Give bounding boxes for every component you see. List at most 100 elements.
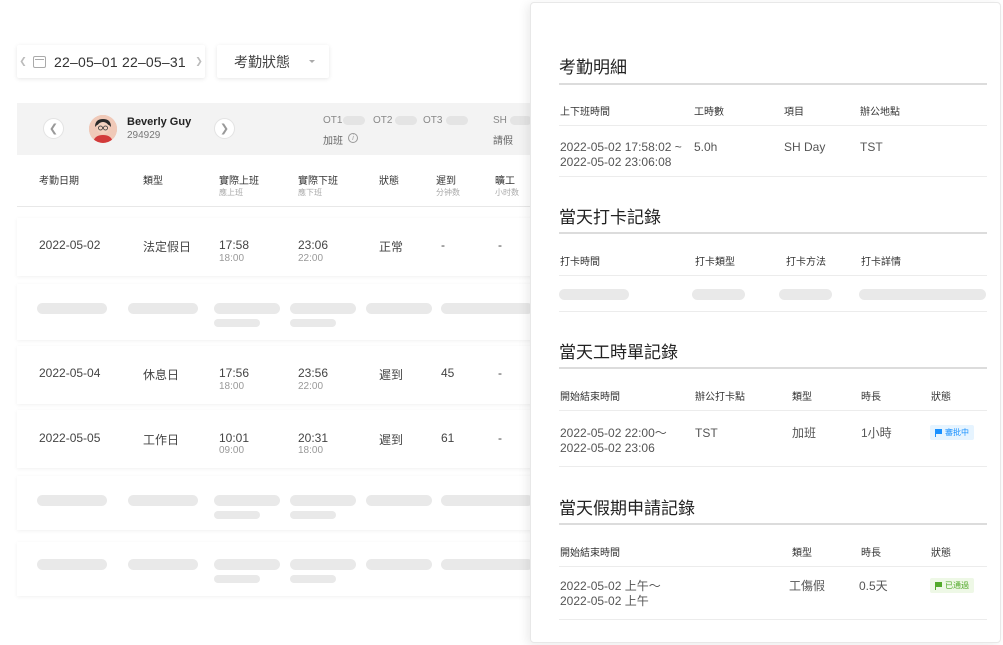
- row-clock-in: 17:56: [219, 366, 250, 380]
- leave-duration: 0.5天: [859, 579, 888, 593]
- col-header-late-sub: 分钟数: [436, 188, 460, 197]
- col-header: 開始結束時間: [560, 392, 620, 403]
- timesheet-time-range: 2022-05-02 22:00～ 2022-05-02 23:06: [560, 426, 667, 456]
- date-range-picker[interactable]: ❮ 22–05–01 22–05–31 ❯: [17, 45, 205, 78]
- col-header-date: 考勤日期: [39, 176, 79, 187]
- col-header: 狀態: [931, 548, 951, 559]
- timesheet-type: 加班: [792, 426, 817, 440]
- row-late: 61: [441, 431, 455, 445]
- ot3-label: OT3: [423, 115, 443, 126]
- row-clock-in-scheduled: 09:00: [219, 445, 245, 456]
- row-absent: -: [498, 431, 502, 445]
- leave-time-start: 2022-05-02 上午～: [560, 579, 661, 593]
- flag-icon: [935, 581, 942, 590]
- timesheet-location: TST: [695, 426, 718, 440]
- detail-item: SH Day: [784, 140, 826, 154]
- leave-type: 工傷假: [789, 579, 826, 593]
- timesheet-time-end: 2022-05-02 23:06: [560, 441, 655, 455]
- skeleton-bar: [290, 559, 356, 570]
- col-header: 類型: [792, 392, 812, 403]
- col-header: 時長: [861, 548, 881, 559]
- row-status: 遲到: [379, 368, 404, 382]
- col-header: 打卡方法: [786, 257, 826, 268]
- col-header-late: 遲到: [436, 176, 456, 187]
- skeleton-bar: [214, 559, 280, 570]
- chevron-left-icon[interactable]: ❮: [17, 56, 29, 67]
- skeleton-bar: [692, 289, 745, 300]
- skeleton-bar: [290, 495, 356, 506]
- skeleton-bar: [214, 495, 280, 506]
- skeleton-bar: [290, 319, 336, 327]
- row-clock-in-scheduled: 18:00: [219, 253, 245, 264]
- avatar: [89, 115, 117, 143]
- sh-value-placeholder: [510, 116, 532, 125]
- timesheet-time-start: 2022-05-02 22:00～: [560, 426, 667, 440]
- section-title-punch-records: 當天打卡記錄: [559, 208, 661, 227]
- skeleton-bar: [366, 495, 432, 506]
- detail-time-start: 2022-05-02 17:58:02 ~: [560, 140, 682, 154]
- ot3-value-placeholder: [446, 116, 468, 125]
- col-header: 打卡詳情: [861, 257, 901, 268]
- table-header-divider: [559, 125, 987, 126]
- skeleton-bar: [37, 303, 107, 314]
- col-header-status: 狀態: [379, 176, 399, 187]
- status-badge-approved: 已通過: [930, 578, 974, 593]
- row-clock-out-scheduled: 18:00: [298, 445, 324, 456]
- section-title-attendance-detail: 考勤明細: [559, 58, 627, 77]
- row-status: 遲到: [379, 433, 404, 447]
- row-clock-out: 20:31: [298, 431, 329, 445]
- row-divider: [559, 311, 987, 312]
- section-divider: [559, 232, 987, 234]
- date-range-text: 22–05–01 22–05–31: [54, 53, 186, 70]
- skeleton-bar: [290, 303, 356, 314]
- row-absent: -: [498, 238, 502, 252]
- skeleton-bar: [441, 495, 533, 506]
- detail-time-end: 2022-05-02 23:06:08: [560, 155, 672, 169]
- skeleton-bar: [366, 559, 432, 570]
- row-absent: -: [498, 366, 502, 380]
- row-type: 工作日: [143, 433, 180, 447]
- detail-hours: 5.0h: [694, 140, 718, 154]
- row-clock-out-scheduled: 22:00: [298, 381, 324, 392]
- chevron-left-icon: ❮: [48, 123, 59, 135]
- table-header-divider: [17, 206, 537, 207]
- table-header-divider: [559, 566, 987, 567]
- status-badge-label: 審批中: [945, 428, 969, 437]
- col-header-clock-out: 實際下班: [298, 176, 338, 187]
- col-header-type: 類型: [143, 176, 163, 187]
- row-clock-in: 10:01: [219, 431, 250, 445]
- leave-time-end: 2022-05-02 上午: [560, 594, 649, 608]
- section-divider: [559, 83, 987, 85]
- row-clock-in: 17:58: [219, 238, 250, 252]
- row-divider: [559, 619, 987, 620]
- col-header: 辦公打卡點: [695, 392, 745, 403]
- info-icon[interactable]: i: [348, 133, 358, 143]
- prev-employee-button[interactable]: ❮: [43, 118, 64, 139]
- row-clock-out: 23:06: [298, 238, 329, 252]
- attendance-status-select[interactable]: 考勤狀態: [217, 45, 329, 78]
- skeleton-bar: [214, 319, 260, 327]
- row-type: 休息日: [143, 368, 180, 382]
- chevron-right-icon[interactable]: ❯: [193, 56, 205, 67]
- skeleton-bar: [290, 575, 336, 583]
- row-late: 45: [441, 366, 455, 380]
- next-employee-button[interactable]: ❯: [214, 118, 235, 139]
- skeleton-bar: [859, 289, 986, 300]
- person-avatar-icon: [89, 115, 117, 143]
- skeleton-bar: [37, 559, 107, 570]
- ot2-value-placeholder: [395, 116, 417, 125]
- row-date: 2022-05-05: [39, 431, 101, 445]
- section-divider: [559, 367, 987, 369]
- overtime-label: 加班: [323, 136, 343, 147]
- skeleton-bar: [441, 559, 533, 570]
- skeleton-bar: [290, 511, 336, 519]
- leave-label: 請假: [493, 136, 513, 147]
- row-date: 2022-05-02: [39, 238, 101, 252]
- skeleton-bar: [214, 511, 260, 519]
- row-clock-out-scheduled: 22:00: [298, 253, 324, 264]
- skeleton-bar: [128, 303, 198, 314]
- col-header: 辦公地點: [860, 107, 900, 118]
- col-header: 類型: [792, 548, 812, 559]
- row-date: 2022-05-04: [39, 366, 101, 380]
- col-header: 開始結束時間: [560, 548, 620, 559]
